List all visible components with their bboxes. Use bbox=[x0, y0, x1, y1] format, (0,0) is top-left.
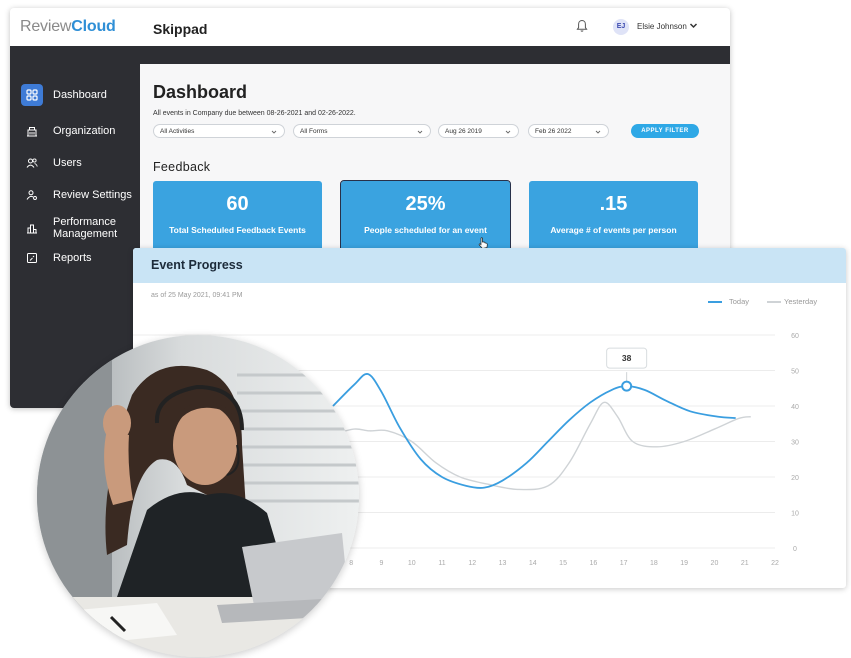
x-tick-label: 9 bbox=[379, 560, 383, 567]
event-progress-title: Event Progress bbox=[151, 258, 243, 272]
stat-card-scheduled-events[interactable]: 60 Total Scheduled Feedback Events bbox=[153, 181, 322, 251]
chevron-down-icon bbox=[505, 130, 511, 134]
series-line-today bbox=[332, 373, 736, 489]
logo-cloud: Cloud bbox=[71, 18, 116, 35]
legend-today-swatch bbox=[708, 301, 722, 303]
stat-value: .15 bbox=[599, 193, 628, 215]
legend-yesterday-label[interactable]: Yesterday bbox=[784, 297, 817, 306]
x-tick-label: 20 bbox=[711, 560, 719, 567]
sidebar-item-dashboard[interactable]: Dashboard bbox=[10, 83, 140, 107]
x-tick-label: 14 bbox=[529, 560, 537, 567]
event-progress-header: Event Progress bbox=[133, 248, 846, 283]
x-tick-label: 13 bbox=[499, 560, 507, 567]
report-icon bbox=[21, 247, 43, 269]
user-name[interactable]: Elsie Johnson bbox=[637, 22, 687, 31]
top-bar: ReviewCloud Skippad EJ Elsie Johnson bbox=[10, 8, 730, 47]
as-of-timestamp: as of 25 May 2021, 09:41 PM bbox=[151, 292, 243, 299]
x-tick-label: 10 bbox=[408, 560, 416, 567]
x-tick-label: 18 bbox=[650, 560, 658, 567]
y-tick-label: 20 bbox=[791, 475, 799, 482]
sidebar-item-label: Review Settings bbox=[53, 189, 132, 201]
stat-value: 25% bbox=[405, 193, 446, 215]
activities-value: All Activities bbox=[160, 128, 195, 135]
chevron-down-icon bbox=[595, 130, 601, 134]
chevron-down-icon[interactable] bbox=[689, 21, 698, 30]
performance-label-line2: Management bbox=[53, 228, 118, 240]
performance-label-line1: Performance bbox=[53, 216, 116, 228]
grid-icon bbox=[21, 84, 43, 106]
stat-label: Total Scheduled Feedback Events bbox=[169, 225, 306, 235]
x-tick-label: 15 bbox=[559, 560, 567, 567]
forms-value: All Forms bbox=[300, 128, 328, 135]
page-subtitle: All events in Company due between 08-26-… bbox=[153, 110, 356, 117]
user-settings-icon bbox=[21, 184, 43, 206]
building-icon bbox=[21, 120, 43, 142]
y-tick-label: 60 bbox=[791, 333, 799, 340]
stat-value: 60 bbox=[226, 193, 249, 215]
date-to-value: Feb 26 2022 bbox=[535, 128, 572, 135]
y-tick-label: 10 bbox=[791, 511, 799, 518]
chevron-down-icon bbox=[417, 130, 423, 134]
sidebar-item-label: Reports bbox=[53, 252, 92, 264]
sidebar-item-reports[interactable]: Reports bbox=[10, 246, 140, 270]
legend-yesterday-swatch bbox=[767, 301, 781, 303]
stat-label: Average # of events per person bbox=[550, 225, 677, 235]
header-band bbox=[140, 46, 730, 64]
sidebar-item-review-settings[interactable]: Review Settings bbox=[10, 183, 140, 207]
activities-select[interactable]: All Activities bbox=[153, 124, 285, 138]
sidebar-item-users[interactable]: Users bbox=[10, 151, 140, 175]
stat-label: People scheduled for an event bbox=[364, 225, 487, 235]
y-tick-label: 50 bbox=[791, 369, 799, 376]
avatar[interactable]: EJ bbox=[613, 19, 629, 35]
x-tick-label: 22 bbox=[771, 560, 779, 567]
feedback-heading: Feedback bbox=[153, 160, 211, 174]
y-tick-label: 40 bbox=[791, 404, 799, 411]
chevron-down-icon bbox=[271, 130, 277, 134]
x-tick-label: 19 bbox=[680, 560, 688, 567]
x-tick-label: 17 bbox=[620, 560, 628, 567]
date-from-select[interactable]: Aug 26 2019 bbox=[438, 124, 519, 138]
page-title: Dashboard bbox=[153, 82, 248, 102]
y-tick-label: 30 bbox=[791, 440, 799, 447]
bell-icon[interactable] bbox=[576, 19, 588, 33]
performance-icon bbox=[21, 217, 43, 239]
sidebar-item-label: Dashboard bbox=[53, 89, 107, 101]
sidebar-item-label: Users bbox=[53, 157, 82, 169]
users-icon bbox=[21, 152, 43, 174]
apply-filter-button[interactable]: APPLY FILTER bbox=[631, 124, 699, 138]
sidebar-item-organization[interactable]: Organization bbox=[10, 119, 140, 143]
legend-today-label[interactable]: Today bbox=[729, 297, 749, 306]
date-from-value: Aug 26 2019 bbox=[445, 128, 482, 135]
tooltip-value: 38 bbox=[622, 353, 632, 363]
x-tick-label: 12 bbox=[468, 560, 476, 567]
x-tick-label: 11 bbox=[438, 560, 445, 567]
sidebar-item-performance-management[interactable]: Performance Management bbox=[10, 216, 140, 240]
sidebar-item-label: Performance Management bbox=[53, 216, 117, 240]
x-tick-label: 16 bbox=[589, 560, 597, 567]
sidebar-item-label: Organization bbox=[53, 125, 116, 137]
stat-card-average-events[interactable]: .15 Average # of events per person bbox=[529, 181, 698, 251]
company-title: Skippad bbox=[153, 21, 208, 37]
date-to-select[interactable]: Feb 26 2022 bbox=[528, 124, 609, 138]
logo-review: Review bbox=[20, 18, 72, 35]
woman-with-headset-photo bbox=[37, 335, 359, 657]
y-tick-label: 0 bbox=[793, 546, 797, 553]
photo-illustration bbox=[37, 335, 359, 657]
app-logo[interactable]: ReviewCloud bbox=[20, 18, 116, 36]
forms-select[interactable]: All Forms bbox=[293, 124, 431, 138]
highlight-point bbox=[621, 380, 633, 392]
x-tick-label: 21 bbox=[741, 560, 749, 567]
